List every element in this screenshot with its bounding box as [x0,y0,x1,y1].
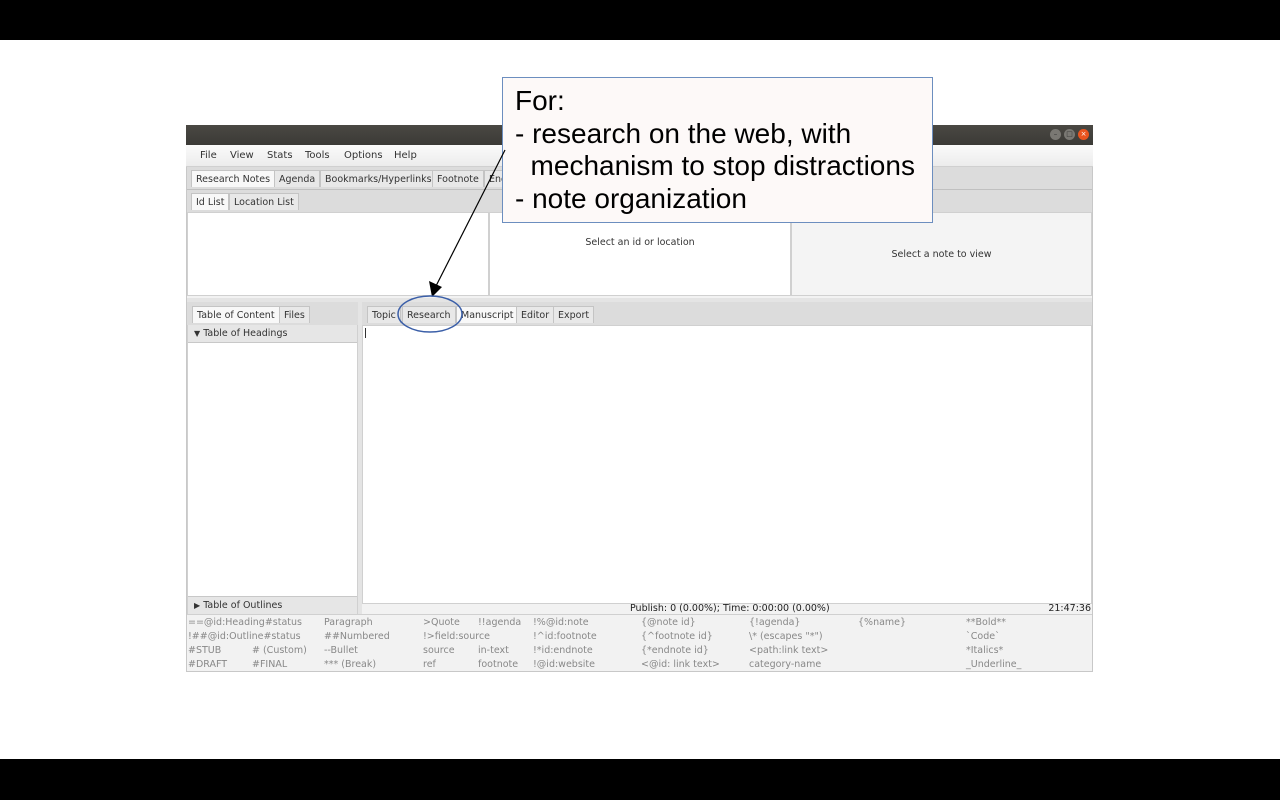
arrow-head-icon [429,281,442,297]
annotation-arrow [435,149,506,287]
highlight-ellipse [397,295,463,333]
annotation-overlay [397,149,506,333]
